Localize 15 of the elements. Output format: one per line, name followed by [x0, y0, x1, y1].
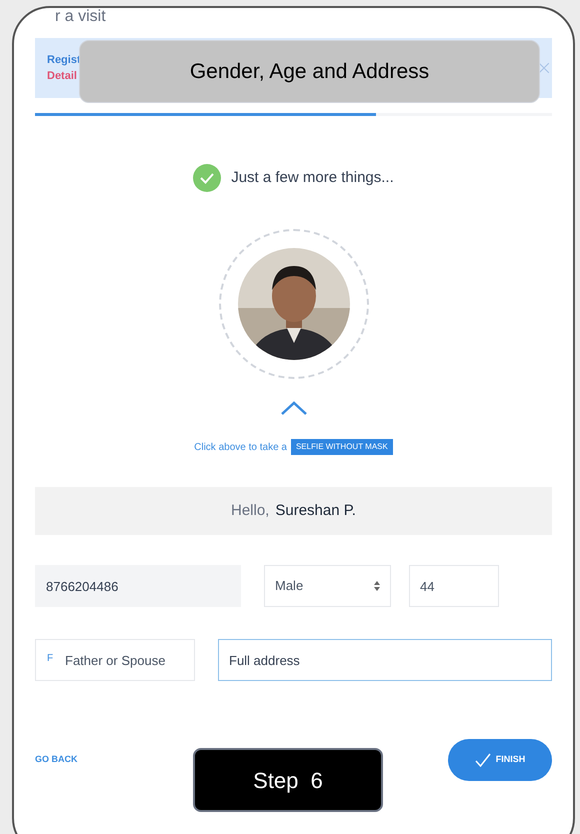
hint-text: Click above to take a [194, 440, 287, 454]
gender-select[interactable]: Male [264, 565, 391, 607]
address-field[interactable]: Full address [218, 639, 552, 681]
status-text: Just a few more things... [231, 168, 394, 188]
prefix-label: F [47, 653, 54, 665]
selfie-badge: SELFIE WITHOUT MASK [290, 439, 393, 455]
hello-text: Hello, [231, 500, 270, 521]
banner-title: Regist [47, 53, 81, 68]
page-title: r a visit [55, 8, 107, 26]
caption-overlay: Gender, Age and Address [79, 40, 540, 103]
text-field[interactable]: 44 [409, 565, 499, 607]
step-overlay: Step 6 [193, 748, 383, 812]
finish-button[interactable]: FINISH [448, 739, 552, 781]
user-name: Sureshan P. [275, 500, 356, 521]
banner-subtitle: Detail [47, 69, 78, 84]
